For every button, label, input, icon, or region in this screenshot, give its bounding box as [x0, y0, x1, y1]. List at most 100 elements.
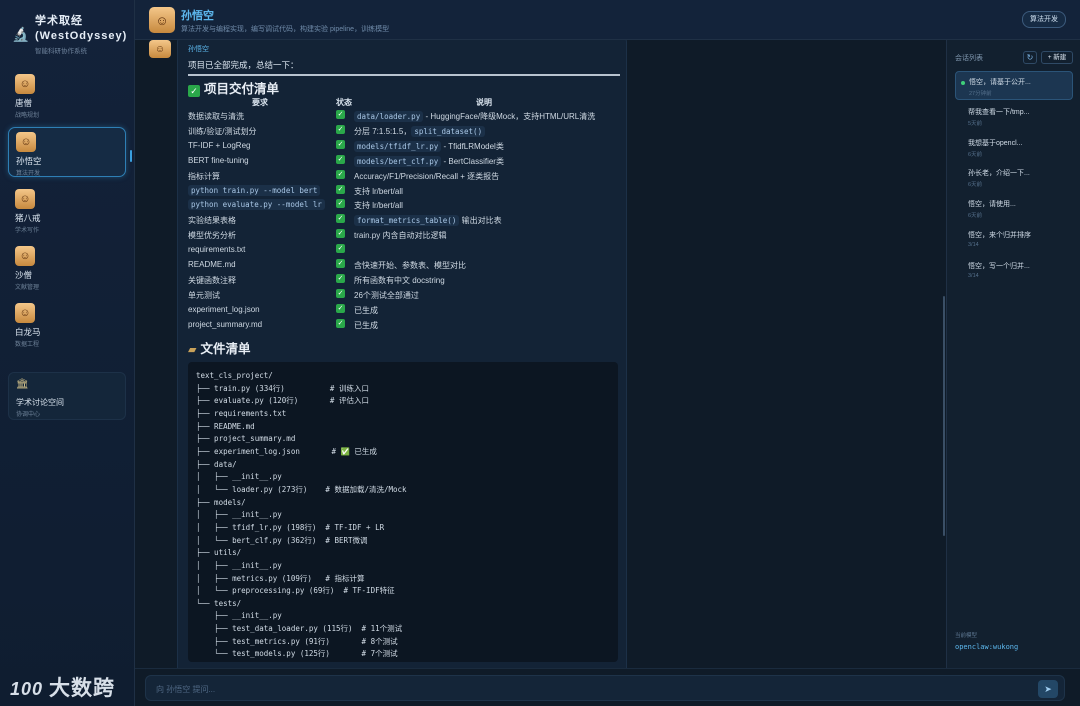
header-description: 算法开发与编程实现，编写调试代码，构建实验 pipeline，训练模型	[181, 26, 390, 33]
requirement-cell: python evaluate.py --model lr	[188, 199, 325, 211]
chat-area: ☺ 孙悟空 项目已全部完成，总结一下： ✓ 项目交付清单 要求 状态 说明 数据读…	[135, 40, 945, 668]
note-cell: 含快速开始、参数表、模型对比	[354, 261, 466, 270]
check-icon: ✓	[336, 154, 345, 164]
code-span: split_dataset()	[411, 125, 486, 137]
watermark: 100大数跨境	[10, 672, 134, 706]
message-intro: 项目已全部完成，总结一下：	[188, 60, 299, 70]
requirement-cell: 训练/验证/测试划分	[188, 126, 257, 136]
code-span: models/bert_clf.py	[354, 155, 442, 167]
session-item[interactable]: 悟空，写一个归并... 3/14	[955, 256, 1073, 285]
note-cell: train.py 内含自动对比逻辑	[354, 231, 447, 241]
agent-role: 算法开发	[16, 171, 41, 177]
code-span: data/loader.py	[354, 111, 424, 122]
note-cell: data/loader.py - HuggingFace/降级Mock，支持HT…	[354, 111, 595, 122]
requirement-cell: README.md	[188, 260, 236, 269]
avatar-icon: ☺	[149, 40, 171, 58]
session-title: 帮我查看一下/tmp...	[968, 108, 1030, 116]
message-bubble: 孙悟空 项目已全部完成，总结一下： ✓ 项目交付清单 要求 状态 说明 数据读取与…	[177, 40, 627, 668]
temple-icon: 🏛	[16, 379, 29, 390]
chat-header: ☺ 孙悟空 算法开发与编程实现，编写调试代码，构建实验 pipeline，训练模…	[135, 0, 1080, 40]
table-row: TF-IDF + LogReg ✓ models/tfidf_lr.py - Tfi…	[188, 139, 623, 154]
session-item[interactable]: 悟空，请使用... 6天前	[955, 194, 1073, 223]
check-icon: ✓	[336, 273, 345, 283]
note-cell: models/bert_clf.py - BertClassifier类	[354, 155, 504, 167]
session-time: 6天前	[968, 182, 983, 189]
model-value: openclaw:wukong	[955, 643, 1019, 651]
send-icon[interactable]: ➤	[1038, 680, 1058, 698]
requirement-cell: TF-IDF + LogReg	[188, 140, 251, 150]
session-title: 悟空，写一个归并...	[968, 262, 1030, 270]
check-icon: ✓	[336, 199, 345, 209]
table-row: 实验结果表格 ✓ format_metrics_table() 输出对比表	[188, 213, 623, 228]
model-label: 当前模型	[955, 633, 978, 639]
agent-sunwukong[interactable]: ☺ 孙悟空 算法开发	[8, 127, 126, 177]
input-placeholder: 向 孙悟空 提问...	[156, 685, 216, 694]
session-title: 悟空，来个归并排序	[968, 232, 1031, 239]
check-icon: ✓	[336, 259, 345, 268]
agent-shaseng[interactable]: ☺ 沙僧 文献管理	[8, 242, 126, 292]
agent-name: 孙悟空	[16, 156, 42, 166]
check-icon: ✓	[336, 169, 345, 179]
table-header: 说明	[476, 98, 492, 107]
session-time: 6天前	[968, 151, 983, 158]
discussion-space[interactable]: 🏛 学术讨论空间 协调中心	[8, 372, 126, 420]
note-cell: 已生成	[354, 320, 378, 330]
code-span: python train.py --model bert	[188, 184, 321, 196]
message-input[interactable]: 向 孙悟空 提问... ➤	[145, 675, 1065, 701]
note-cell: models/tfidf_lr.py - TfidfLRModel类	[354, 140, 504, 152]
chat-scrollbar[interactable]	[943, 296, 945, 536]
code-span: python evaluate.py --model lr	[188, 199, 325, 211]
refresh-icon[interactable]: ↻	[1023, 51, 1037, 64]
avatar-icon: ☺	[15, 303, 35, 323]
check-icon: ✓	[336, 110, 345, 119]
avatar-icon: ☺	[15, 246, 35, 266]
table-row: README.md ✓ 含快速开始、参数表、模型对比	[188, 258, 623, 273]
agent-role: 数据工程	[15, 342, 40, 348]
session-time: 5天前	[968, 120, 983, 127]
sessions-title: 会话列表	[955, 55, 983, 62]
files-heading: ▰ 文件清单	[188, 338, 250, 357]
deliverables-heading: ✓ 项目交付清单	[188, 78, 279, 97]
note-cell: Accuracy/F1/Precision/Recall + 逐类报告	[354, 171, 500, 181]
agent-role: 学术写作	[15, 228, 40, 234]
table-row: 指标计算 ✓ Accuracy/F1/Precision/Recall + 逐类报告	[188, 169, 623, 184]
note-cell: 分层 7:1.5:1.5， split_dataset()	[354, 125, 486, 137]
session-item[interactable]: 悟空，请基于公开... 27分钟前	[955, 71, 1073, 100]
note-cell: 支持 lr/bert/all	[354, 201, 403, 211]
code-span: models/tfidf_lr.py	[354, 140, 442, 152]
note-cell: 已生成	[354, 305, 378, 315]
input-bar: 向 孙悟空 提问... ➤	[135, 668, 1080, 706]
requirement-cell: BERT fine-tuning	[188, 155, 249, 165]
table-row: BERT fine-tuning ✓ models/bert_clf.py - Be…	[188, 154, 623, 169]
avatar-icon: ☺	[16, 132, 36, 152]
session-title: 孙长老，介绍一下...	[968, 170, 1030, 178]
agent-name: 唐僧	[15, 98, 33, 108]
session-time: 3/14	[968, 272, 979, 279]
agent-role: 文献管理	[15, 285, 40, 291]
table-row: 训练/验证/测试划分 ✓ 分层 7:1.5:1.5， split_dataset()	[188, 124, 623, 139]
agent-name: 白龙马	[15, 327, 41, 337]
file-tree: text_cls_project/ ├── train.py (334行) # …	[188, 362, 618, 662]
agent-tangseng[interactable]: ☺ 唐僧 战略规划	[8, 70, 126, 120]
table-row: requirements.txt ✓	[188, 243, 623, 258]
role-badge[interactable]: 算法开发	[1022, 11, 1066, 28]
note-cell: format_metrics_table() 输出对比表	[354, 215, 502, 227]
table-row: 模型优劣分析 ✓ train.py 内含自动对比逻辑	[188, 228, 623, 243]
table-row: 数据读取与清洗 ✓ data/loader.py - HuggingFace/降级M…	[188, 109, 623, 124]
agent-zhubajie[interactable]: ☺ 猪八戒 学术写作	[8, 185, 126, 235]
session-item[interactable]: 孙长老，介绍一下... 6天前	[955, 163, 1073, 192]
session-time: 3/14	[968, 242, 979, 248]
watermark-logo-icon: 100	[10, 679, 44, 699]
session-item[interactable]: 帮我查看一下/tmp... 5天前	[955, 102, 1073, 131]
table-row: 关键函数注释 ✓ 所有函数有中文 docstring	[188, 273, 623, 288]
session-item[interactable]: 我想基于opencl... 6天前	[955, 133, 1073, 162]
agent-bailongma[interactable]: ☺ 白龙马 数据工程	[8, 299, 126, 349]
sessions-panel: 会话列表 ↻ + 新建 悟空，请基于公开... 27分钟前 帮我查看一下/tmp..…	[946, 40, 1080, 668]
files-title: 文件清单	[200, 342, 251, 356]
note-cell: 26个测试全部通过	[354, 290, 419, 300]
requirement-cell: requirements.txt	[188, 245, 246, 255]
agent-name: 沙僧	[15, 270, 33, 280]
check-icon: ✓	[336, 184, 345, 194]
session-item[interactable]: 悟空，来个归并排序 3/14	[955, 225, 1073, 254]
new-session-button[interactable]: + 新建	[1041, 51, 1073, 64]
